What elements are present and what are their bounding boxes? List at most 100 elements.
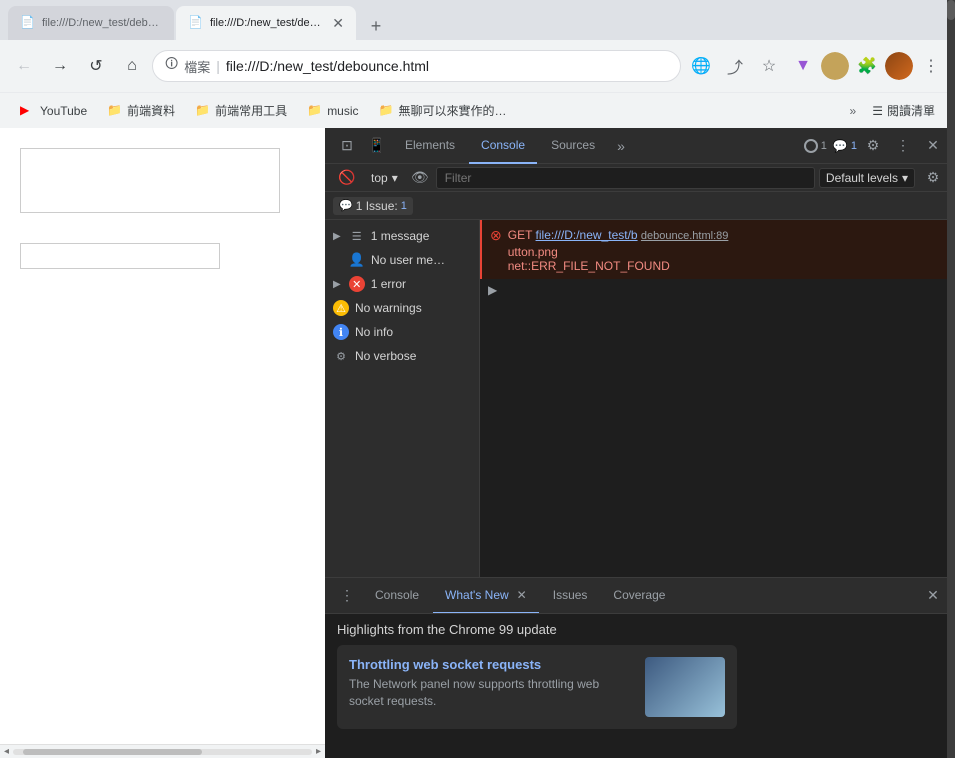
page-text-input[interactable] [20,243,220,269]
sidebar-filter-verbose[interactable]: ⚙ No verbose [325,344,479,368]
bookmark-youtube[interactable]: ▶ YouTube [12,99,95,123]
bookmark-music[interactable]: 📁 music [299,99,366,123]
bottom-tabs-bar: ⋮ Console What's New ✕ Issues Coverage ✕ [325,577,955,613]
console-expand-row[interactable]: ▶ [480,279,955,301]
devtools-close-button[interactable]: ✕ [919,132,947,160]
bottom-tab-whats-new[interactable]: What's New ✕ [433,578,539,614]
bookmarks-more-button[interactable]: » [850,104,857,118]
issues-badge-icon: 💬 [339,199,353,212]
devtools-tab-elements[interactable]: Elements [393,128,467,164]
console-sidebar: ▶ ☰ 1 message 👤 No user me… ▶ ✕ 1 error [325,220,480,577]
reload-button[interactable]: ↺ [80,50,112,82]
new-tab-button[interactable]: + [362,12,390,40]
eye-button[interactable]: 👁 [408,166,432,190]
bottom-panel-more-button[interactable]: ⋮ [333,582,361,610]
page-textarea[interactable] [20,148,280,213]
user-messages-label: No user me… [371,253,445,267]
default-levels-dropdown[interactable]: Default levels ▾ [819,168,915,188]
profile-avatar-2[interactable] [885,52,913,80]
browser-tab-2[interactable]: 📄 file:///D:/new_test/debounce… ✕ [176,6,356,40]
bookmark-fun[interactable]: 📁 無聊可以來實作的… [371,98,515,123]
whats-new-card: Throttling web socket requests The Netwo… [337,645,737,729]
tab-close-button[interactable]: ✕ [332,15,344,32]
browser-tab-1[interactable]: 📄 file:///D:/new_test/debounce.html [8,6,174,40]
console-message-indicator[interactable]: 💬 1 [833,139,857,153]
scroll-right-arrow[interactable]: ▸ [312,746,325,757]
youtube-icon: ▶ [20,103,36,119]
verbose-label: No verbose [355,349,416,363]
errors-label: 1 error [371,277,406,291]
console-settings-button[interactable]: ⚙ [919,164,947,192]
profile-avatar[interactable] [821,52,849,80]
info-icon: ℹ [333,324,349,340]
devtools-panel: ⊡ 📱 Elements Console Sources » 1 [325,128,955,758]
sidebar-filter-warnings[interactable]: ⚠ No warnings [325,296,479,320]
address-scheme-label: 檔案 [184,57,210,76]
devtools-settings-button[interactable]: ⚙ [859,132,887,160]
page-scrollbar-container: ◂ ▸ [0,744,325,758]
sidebar-filter-info[interactable]: ℹ No info [325,320,479,344]
issues-badge-button[interactable]: 💬 1 Issue: 1 [333,197,413,215]
context-selector[interactable]: top ▾ [365,169,404,187]
context-chevron-icon: ▾ [392,171,398,185]
browser-window: 📄 file:///D:/new_test/debounce.html 📄 fi… [0,0,955,758]
warnings-label: No warnings [355,301,422,315]
downpipe-button[interactable]: ▼ [787,50,819,82]
bottom-panel-scrollbar[interactable] [947,128,955,758]
bookmark-folder-icon-4: 📁 [379,103,395,119]
bottom-panel-close-button[interactable]: ✕ [919,582,947,610]
issues-indicator[interactable]: 1 [804,139,827,153]
error-text-line1: GET file:///D:/new_test/b debounce.html:… [508,226,729,245]
bottom-tab-issues[interactable]: Issues [541,578,600,614]
errors-expand-arrow: ▶ [333,279,341,290]
whats-new-card-title[interactable]: Throttling web socket requests [349,657,633,672]
console-filter-input[interactable] [436,167,815,189]
bottom-tab-whats-new-label: What's New [445,588,509,602]
sidebar-filter-user-messages[interactable]: 👤 No user me… [325,248,479,272]
device-toolbar-button[interactable]: 📱 [363,132,391,160]
translate-button[interactable]: 🌐 [685,50,717,82]
bottom-tab-console[interactable]: Console [363,578,431,614]
error-url-link1[interactable]: file:///D:/new_test/b [536,228,638,242]
bookmark-frontend-data[interactable]: 📁 前端資料 [99,98,183,123]
bottom-tab-coverage[interactable]: Coverage [601,578,677,614]
reading-list-button[interactable]: ☰ 閱讀清單 [864,98,943,123]
forward-button[interactable]: → [44,50,76,82]
block-requests-button[interactable]: 🚫 [333,164,361,192]
share-button[interactable]: ⤴ [719,50,751,82]
bottom-tab-coverage-label: Coverage [613,588,665,602]
devtools-tab-sources[interactable]: Sources [539,128,607,164]
address-bar-row: ← → ↺ ⌂ 🛈 檔案 | file:///D:/new_test/debou… [0,40,955,92]
bookmark-button[interactable]: ☆ [753,50,785,82]
bottom-tab-whats-new-close[interactable]: ✕ [517,588,527,602]
puzzle-button[interactable]: 🧩 [851,50,883,82]
inspect-element-button[interactable]: ⊡ [333,132,361,160]
issues-label: 1 Issue: [356,199,398,213]
bookmarks-bar: ▶ YouTube 📁 前端資料 📁 前端常用工具 📁 music 📁 無聊可以… [0,92,955,128]
reading-list-label: 閱讀清單 [887,102,935,119]
horizontal-scrollbar-thumb[interactable] [23,749,202,755]
horizontal-scrollbar-track[interactable] [13,749,312,755]
console-log: ⊗ GET file:///D:/new_test/b debounce.htm… [480,220,955,577]
bookmark-frontend-data-label: 前端資料 [127,102,175,119]
back-button[interactable]: ← [8,50,40,82]
info-label: No info [355,325,393,339]
default-levels-label: Default levels [826,171,898,185]
whats-new-card-text: Throttling web socket requests The Netwo… [349,657,633,717]
warnings-icon: ⚠ [333,300,349,316]
bookmark-frontend-tools[interactable]: 📁 前端常用工具 [187,98,295,123]
address-box: 🛈 檔案 | file:///D:/new_test/debounce.html [152,50,681,82]
error-url-link2[interactable]: debounce.html:89 [641,230,728,242]
security-icon: 🛈 [165,55,178,77]
devtools-more-button[interactable]: ⋮ [889,132,917,160]
address-url-text: file:///D:/new_test/debounce.html [226,58,429,74]
sidebar-filter-errors[interactable]: ▶ ✕ 1 error [325,272,479,296]
menu-button[interactable]: ⋮ [915,50,947,82]
devtools-tab-console[interactable]: Console [469,128,537,164]
home-button[interactable]: ⌂ [116,50,148,82]
errors-icon: ✕ [349,276,365,292]
devtools-tabs-more-button[interactable]: » [609,128,633,164]
scroll-left-arrow[interactable]: ◂ [0,746,13,757]
bottom-panel: Highlights from the Chrome 99 update Thr… [325,613,955,758]
sidebar-filter-messages[interactable]: ▶ ☰ 1 message [325,224,479,248]
